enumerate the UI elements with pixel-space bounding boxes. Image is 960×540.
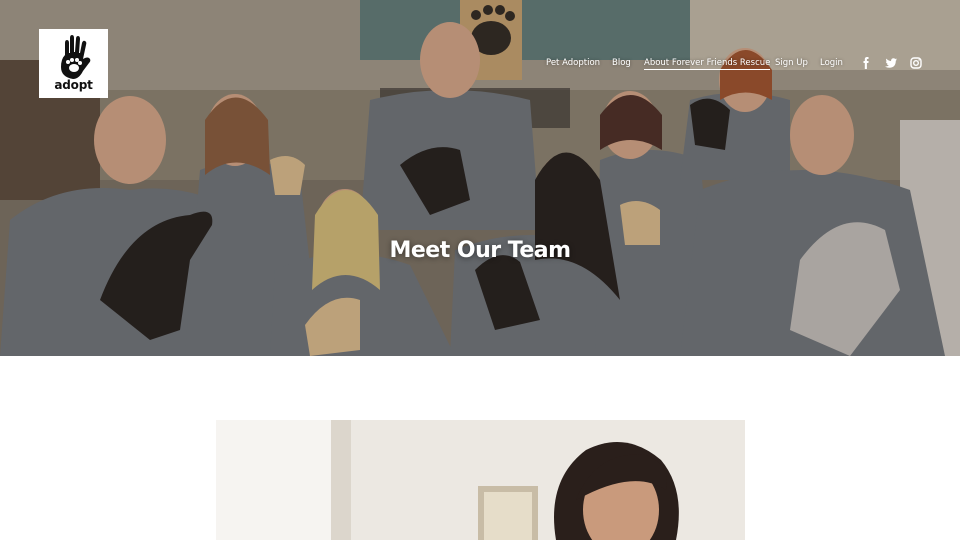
logo-text: adopt <box>54 78 93 92</box>
instagram-icon[interactable] <box>909 56 923 70</box>
main-nav: Pet Adoption Blog About Forever Friends … <box>0 56 960 72</box>
team-member-photo <box>216 420 745 540</box>
team-photo <box>0 0 960 356</box>
facebook-icon[interactable] <box>859 56 873 70</box>
twitter-icon[interactable] <box>884 56 898 70</box>
page-title: Meet Our Team <box>389 237 571 263</box>
page: adopt Pet Adoption Blog About Forever Fr… <box>0 0 960 540</box>
nav-item-sign-up[interactable]: Sign Up <box>775 58 808 68</box>
hero-banner: adopt Pet Adoption Blog About Forever Fr… <box>0 0 960 356</box>
nav-item-about[interactable]: About Forever Friends Rescue <box>644 58 771 70</box>
nav-item-login[interactable]: Login <box>820 58 843 68</box>
nav-item-blog[interactable]: Blog <box>612 58 631 68</box>
nav-item-pet-adoption[interactable]: Pet Adoption <box>546 58 600 68</box>
